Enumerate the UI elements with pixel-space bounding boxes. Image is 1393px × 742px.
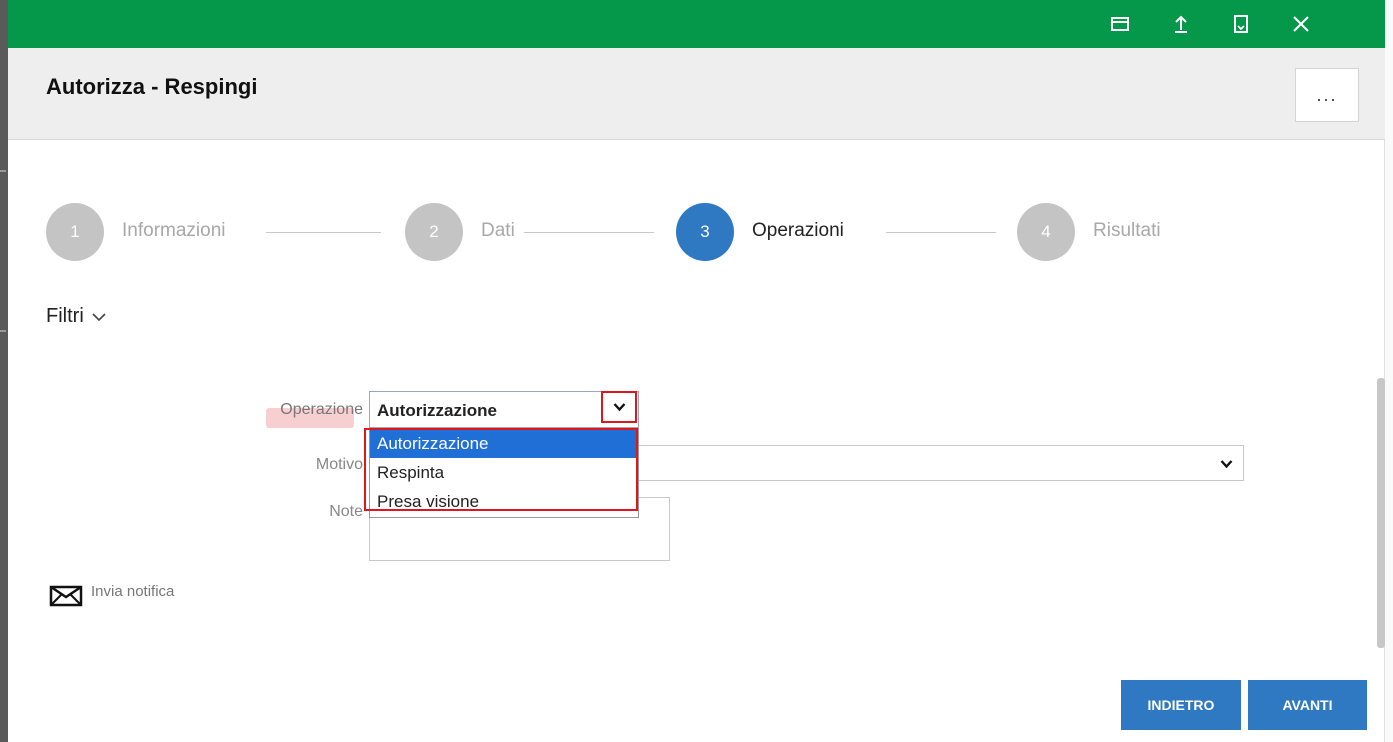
operazione-options-list: Autorizzazione Respinta Presa visione [369, 428, 639, 518]
bookmark-icon[interactable] [1226, 9, 1256, 39]
filters-toggle[interactable]: Filtri [46, 305, 106, 328]
step-1-label: Informazioni [122, 220, 226, 241]
step-1-circle[interactable]: 1 [46, 203, 104, 261]
note-textarea-edge[interactable] [639, 497, 670, 561]
step-connector [266, 232, 381, 233]
step-connector [524, 232, 654, 233]
window-titlebar [8, 0, 1385, 48]
chevron-down-icon [1220, 456, 1233, 474]
note-textarea[interactable] [369, 518, 639, 561]
step-3-label: Operazioni [752, 220, 844, 241]
option-presa-visione[interactable]: Presa visione [370, 487, 638, 516]
step-2-circle[interactable]: 2 [405, 203, 463, 261]
filters-label: Filtri [46, 305, 84, 327]
operazione-selected-value: Autorizzazione [377, 401, 497, 420]
page-title: Autorizza - Respingi [46, 74, 258, 99]
vertical-scrollbar[interactable] [1377, 378, 1385, 648]
step-connector [886, 232, 996, 233]
step-2-label: Dati [481, 220, 515, 241]
upload-icon[interactable] [1166, 9, 1196, 39]
motivo-select[interactable] [639, 445, 1244, 481]
next-button[interactable]: AVANTI [1248, 680, 1367, 730]
operazione-label: Operazione [280, 401, 363, 418]
dropdown-toggle-button[interactable] [601, 391, 637, 423]
right-window-edge [1384, 0, 1393, 742]
send-notification-toggle[interactable]: Invia notifica [49, 583, 174, 612]
operazione-select[interactable]: Autorizzazione [369, 391, 639, 428]
option-autorizzazione[interactable]: Autorizzazione [370, 429, 638, 458]
background-window-edge [0, 0, 8, 742]
chevron-down-icon [92, 305, 106, 328]
motivo-label: Motivo [315, 456, 363, 473]
window-icon[interactable] [1105, 9, 1135, 39]
step-4-label: Risultati [1093, 220, 1161, 241]
close-icon[interactable] [1286, 9, 1316, 39]
chevron-down-icon [613, 403, 625, 412]
envelope-icon [49, 583, 83, 612]
send-notification-label: Invia notifica [91, 583, 175, 600]
more-options-button[interactable]: ... [1295, 68, 1359, 122]
step-4-circle[interactable]: 4 [1017, 203, 1075, 261]
note-label: Note [329, 503, 363, 520]
back-button[interactable]: INDIETRO [1121, 680, 1241, 730]
dialog-header: Autorizza - Respingi ... [8, 48, 1385, 140]
option-respinta[interactable]: Respinta [370, 458, 638, 487]
wizard-stepper: 1 Informazioni 2 Dati 3 Operazioni 4 Ris… [46, 203, 1196, 261]
step-3-circle[interactable]: 3 [676, 203, 734, 261]
